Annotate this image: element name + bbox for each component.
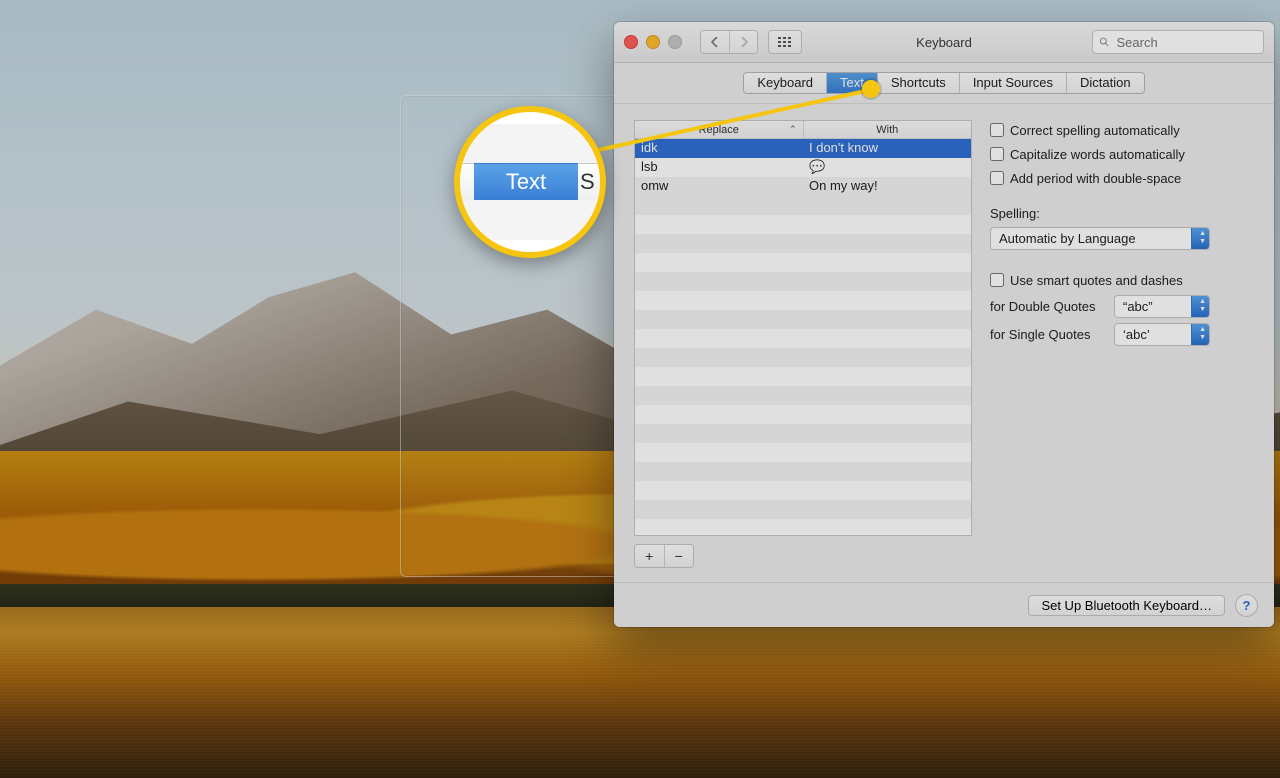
tab-input-sources[interactable]: Input Sources xyxy=(959,73,1066,93)
table-row[interactable]: lsb 💬 xyxy=(635,158,971,177)
select-value: Automatic by Language xyxy=(999,231,1136,246)
remove-row-button[interactable]: − xyxy=(664,545,694,567)
single-quotes-label: for Single Quotes xyxy=(990,327,1106,342)
window-titlebar: Keyboard xyxy=(614,22,1274,63)
stepper-arrows-icon: ▲▼ xyxy=(1199,298,1206,314)
checkbox-input[interactable] xyxy=(990,123,1004,137)
tab-shortcuts[interactable]: Shortcuts xyxy=(877,73,959,93)
single-quotes-select[interactable]: ‘abc’ ▲▼ xyxy=(1114,323,1210,346)
col-with[interactable]: With xyxy=(804,121,972,138)
replacements-panel: Replace ⌃ With idk I don't know lsb 💬 xyxy=(634,120,972,568)
table-header: Replace ⌃ With xyxy=(635,121,971,139)
search-input[interactable] xyxy=(1115,34,1257,51)
double-quotes-row: for Double Quotes “abc” ▲▼ xyxy=(990,294,1254,318)
stepper-arrows-icon: ▲▼ xyxy=(1199,230,1206,246)
spelling-select[interactable]: Automatic by Language ▲▼ xyxy=(990,227,1210,250)
help-button[interactable]: ? xyxy=(1235,594,1258,617)
checkbox-label: Correct spelling automatically xyxy=(1010,123,1180,138)
zoom-window-button[interactable] xyxy=(668,35,682,49)
window-footer: Set Up Bluetooth Keyboard… ? xyxy=(614,582,1274,627)
select-value: ‘abc’ xyxy=(1123,327,1150,342)
system-preferences-window: Keyboard Keyboard Text Shortcuts Input S… xyxy=(614,22,1274,627)
grid-icon xyxy=(778,37,792,47)
callout-pin-icon xyxy=(862,80,880,98)
setup-bluetooth-button[interactable]: Set Up Bluetooth Keyboard… xyxy=(1028,595,1225,616)
callout-magnifier: Text S xyxy=(454,106,606,258)
tab-keyboard[interactable]: Keyboard xyxy=(744,73,826,93)
cell-with: 💬 xyxy=(803,158,971,177)
show-all-prefs-button[interactable] xyxy=(768,30,802,54)
double-quotes-select[interactable]: “abc” ▲▼ xyxy=(1114,295,1210,318)
checkbox-input[interactable] xyxy=(990,147,1004,161)
add-row-button[interactable]: + xyxy=(635,545,664,567)
spelling-label: Spelling: xyxy=(990,206,1254,221)
checkbox-label: Add period with double-space xyxy=(1010,171,1181,186)
col-replace[interactable]: Replace ⌃ xyxy=(635,121,804,138)
cell-replace: lsb xyxy=(635,158,803,177)
checkbox-input[interactable] xyxy=(990,273,1004,287)
cell-with: I don't know xyxy=(803,139,971,158)
checkbox-input[interactable] xyxy=(990,171,1004,185)
correct-spelling-checkbox[interactable]: Correct spelling automatically xyxy=(990,120,1254,140)
smart-quotes-checkbox[interactable]: Use smart quotes and dashes xyxy=(990,270,1254,290)
cell-with: On my way! xyxy=(803,177,971,196)
search-field[interactable] xyxy=(1092,30,1264,54)
stepper-arrows-icon: ▲▼ xyxy=(1199,326,1206,342)
checkbox-label: Use smart quotes and dashes xyxy=(1010,273,1183,288)
col-with-label: With xyxy=(876,124,898,136)
tabs-row: Keyboard Text Shortcuts Input Sources Di… xyxy=(614,63,1274,104)
window-controls xyxy=(624,35,682,49)
cell-replace: omw xyxy=(635,177,803,196)
tab-dictation[interactable]: Dictation xyxy=(1066,73,1144,93)
replacements-table[interactable]: Replace ⌃ With idk I don't know lsb 💬 xyxy=(634,120,972,536)
table-row[interactable]: idk I don't know xyxy=(635,139,971,158)
capitalize-checkbox[interactable]: Capitalize words automatically xyxy=(990,144,1254,164)
search-icon xyxy=(1099,36,1110,48)
double-space-period-checkbox[interactable]: Add period with double-space xyxy=(990,168,1254,188)
double-quotes-label: for Double Quotes xyxy=(990,299,1106,314)
tab-segmented-control: Keyboard Text Shortcuts Input Sources Di… xyxy=(743,72,1144,94)
add-remove-control: + − xyxy=(634,544,694,568)
options-panel: Correct spelling automatically Capitaliz… xyxy=(990,120,1254,568)
pane-content: Replace ⌃ With idk I don't know lsb 💬 xyxy=(614,104,1274,582)
nav-forward-button[interactable] xyxy=(729,31,757,53)
cell-replace: idk xyxy=(635,139,803,158)
nav-back-button[interactable] xyxy=(701,31,729,53)
col-replace-label: Replace xyxy=(699,124,739,136)
table-row[interactable]: omw On my way! xyxy=(635,177,971,196)
select-value: “abc” xyxy=(1123,299,1153,314)
callout-text-tab: Text xyxy=(474,163,578,201)
single-quotes-row: for Single Quotes ‘abc’ ▲▼ xyxy=(990,322,1254,346)
minimize-window-button[interactable] xyxy=(646,35,660,49)
close-window-button[interactable] xyxy=(624,35,638,49)
callout-right-fragment: S xyxy=(578,163,600,201)
table-filler xyxy=(635,196,971,535)
nav-back-forward xyxy=(700,30,758,54)
table-body: idk I don't know lsb 💬 omw On my way! xyxy=(635,139,971,535)
sort-caret-icon: ⌃ xyxy=(789,124,797,135)
checkbox-label: Capitalize words automatically xyxy=(1010,147,1185,162)
